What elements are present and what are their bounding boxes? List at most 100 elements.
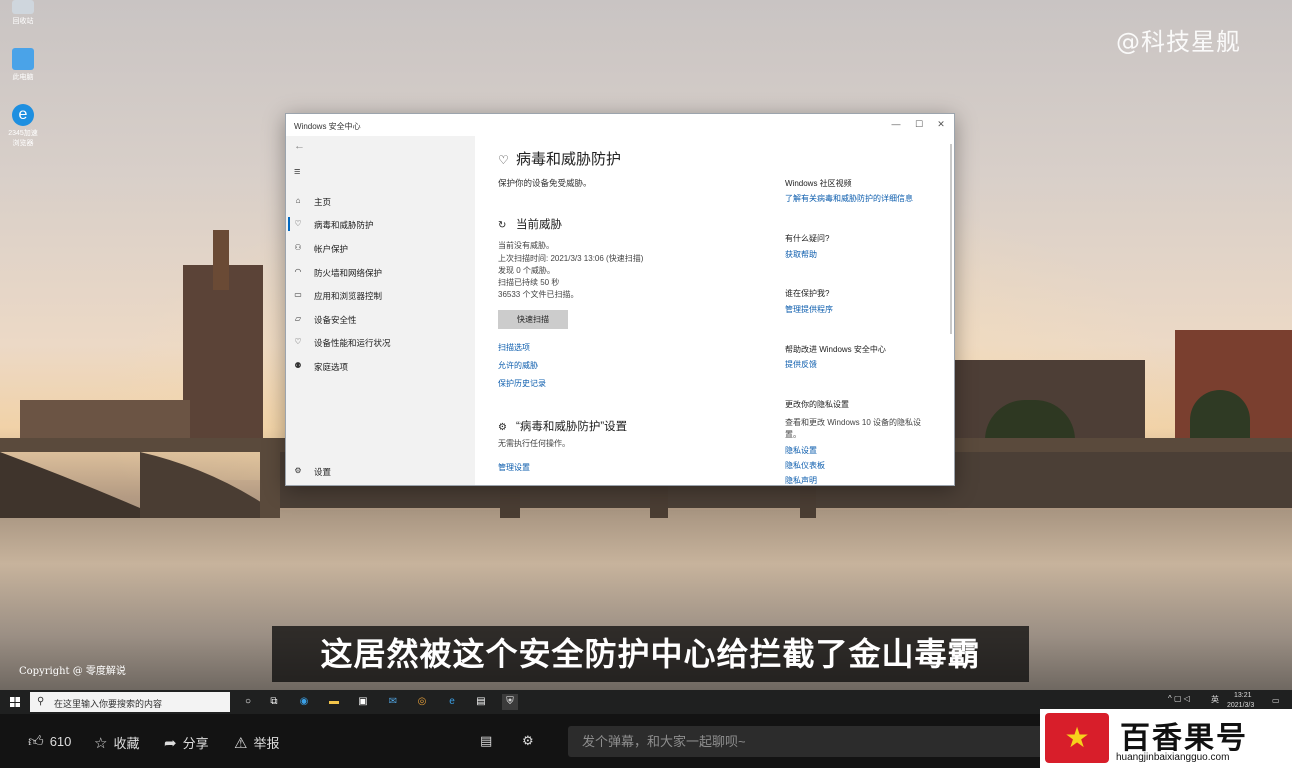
privacy-settings-link[interactable]: 隐私设置 bbox=[785, 445, 817, 456]
nav-item-label: 设置 bbox=[314, 467, 332, 477]
window-icon: ▭ bbox=[294, 290, 302, 299]
current-threats-heading: ↻ 当前威胁 bbox=[498, 216, 562, 232]
collect-label: 收藏 bbox=[113, 736, 140, 751]
desktop-icon-label: 此电脑 bbox=[12, 74, 34, 81]
scan-options-link[interactable]: 扫描选项 bbox=[498, 342, 530, 353]
cortana-icon[interactable]: ○ bbox=[240, 694, 256, 710]
task-view-icon[interactable]: ⧉ bbox=[266, 694, 282, 710]
home-icon: ⌂ bbox=[295, 196, 301, 205]
right-section-heading: 帮助改进 Windows 安全中心 bbox=[785, 345, 886, 354]
laptop-icon: ▱ bbox=[294, 314, 302, 323]
nav-item-firewall[interactable]: ◠ 防火墙和网络保护 bbox=[286, 262, 475, 282]
manage-providers-link[interactable]: 管理提供程序 bbox=[785, 304, 833, 315]
nav-item-label: 设备性能和运行状况 bbox=[314, 338, 391, 348]
nav-item-family-options[interactable]: ⚉ 家庭选项 bbox=[286, 356, 475, 376]
report-button[interactable]: ⚠ 举报 bbox=[234, 733, 279, 752]
protection-history-link[interactable]: 保护历史记录 bbox=[498, 378, 546, 389]
threat-status-line: 当前没有威胁。 bbox=[498, 241, 554, 250]
brand-logo: ★ 百香果号 huangjinbaixiangguo.com bbox=[1040, 709, 1292, 768]
nav-item-app-browser-control[interactable]: ▭ 应用和浏览器控制 bbox=[286, 285, 475, 305]
title-bar[interactable]: Windows 安全中心 — ☐ ✕ bbox=[286, 114, 954, 136]
get-help-link[interactable]: 获取帮助 bbox=[785, 249, 817, 260]
settings-status-text: 无需执行任何操作。 bbox=[498, 439, 570, 448]
clock-time[interactable]: 13:21 bbox=[1234, 692, 1252, 699]
nav-item-label: 病毒和威胁防护 bbox=[314, 220, 374, 230]
learn-more-link[interactable]: 了解有关病毒和威胁防护的详细信息 bbox=[785, 193, 913, 204]
search-placeholder: 在这里输入你要搜索的内容 bbox=[54, 699, 163, 709]
maximize-button[interactable]: ☐ bbox=[909, 117, 929, 131]
right-section-heading: 更改你的隐私设置 bbox=[785, 400, 849, 409]
security-app-icon[interactable]: ⛨ bbox=[502, 694, 518, 710]
quick-scan-button[interactable]: 快速扫描 bbox=[498, 310, 568, 329]
store-icon[interactable]: ▣ bbox=[355, 694, 371, 710]
gears-icon: ⚙ bbox=[498, 422, 507, 433]
this-pc-shortcut[interactable]: 此电脑 bbox=[6, 48, 40, 82]
report-label: 举报 bbox=[253, 736, 280, 751]
hamburger-menu-icon[interactable]: ≡ bbox=[294, 166, 300, 178]
parliament-spire bbox=[213, 230, 229, 290]
page-subtitle: 保护你的设备免受威胁。 bbox=[498, 178, 592, 188]
privacy-statement-link[interactable]: 隐私声明 bbox=[785, 475, 817, 485]
danmu-toggle-icon[interactable]: ▤ bbox=[480, 733, 492, 749]
nav-item-account-protection[interactable]: ⚇ 帐户保护 bbox=[286, 238, 475, 258]
watermark: @科技星舰 bbox=[1116, 28, 1241, 56]
nav-item-label: 帐户保护 bbox=[314, 244, 349, 254]
input-language[interactable]: 英 bbox=[1211, 694, 1219, 705]
clock-date[interactable]: 2021/3/3 bbox=[1227, 702, 1254, 709]
nav-item-label: 主页 bbox=[314, 197, 332, 207]
right-section-heading: 谁在保护我? bbox=[785, 289, 830, 298]
heading-text: 当前威胁 bbox=[516, 219, 562, 231]
allowed-threats-link[interactable]: 允许的威胁 bbox=[498, 360, 538, 371]
collect-button[interactable]: ☆ 收藏 bbox=[94, 733, 139, 752]
page-title-text: 病毒和威胁防护 bbox=[516, 151, 622, 168]
share-button[interactable]: ➦ 分享 bbox=[164, 733, 209, 752]
danmu-settings-icon[interactable]: ⚙ bbox=[522, 733, 534, 749]
privacy-dashboard-link[interactable]: 隐私仪表板 bbox=[785, 460, 825, 471]
search-icon: ⚲ bbox=[37, 696, 45, 707]
nav-item-label: 设备安全性 bbox=[314, 315, 357, 325]
gear-icon: ⚙ bbox=[294, 466, 302, 475]
recycle-bin-shortcut[interactable]: 回收站 bbox=[6, 0, 40, 26]
family-icon: ⚉ bbox=[294, 361, 302, 370]
threat-status-line: 上次扫描时间: 2021/3/3 13:06 (快速扫描) bbox=[498, 254, 644, 263]
threat-status-line: 发现 0 个威胁。 bbox=[498, 266, 555, 275]
wifi-icon: ◠ bbox=[294, 267, 302, 276]
notification-icon[interactable]: ▭ bbox=[1272, 696, 1280, 705]
threat-status-line: 扫描已持续 50 秒 bbox=[498, 278, 560, 287]
file-explorer-icon[interactable]: ▬ bbox=[326, 694, 342, 710]
browser-shortcut[interactable]: e 2345加速浏览器 bbox=[6, 104, 40, 148]
like-button[interactable]: 👍︎ 610 bbox=[28, 733, 71, 751]
nav-item-settings[interactable]: ⚙ 设置 bbox=[286, 461, 475, 481]
page-title: ♡ 病毒和威胁防护 bbox=[498, 148, 621, 169]
danmu-input[interactable]: 发个弹幕，和大家一起聊呗~ bbox=[568, 726, 1048, 757]
windows-start-icon[interactable] bbox=[10, 697, 20, 707]
chrome-icon[interactable]: ◎ bbox=[414, 694, 430, 710]
brand-mark-icon: ★ bbox=[1045, 713, 1109, 763]
tray-icons[interactable]: ^ ▢ ◁ bbox=[1168, 694, 1190, 703]
taskbar-search-box[interactable]: ⚲ 在这里输入你要搜索的内容 bbox=[30, 692, 230, 712]
nav-item-home[interactable]: ⌂ 主页 bbox=[286, 191, 475, 211]
heart-icon: ♡ bbox=[294, 337, 302, 346]
thumbs-up-icon: 👍︎ bbox=[28, 733, 44, 750]
nav-item-label: 防火墙和网络保护 bbox=[314, 268, 383, 278]
window-title: Windows 安全中心 bbox=[294, 122, 361, 131]
desktop-icon-label: 回收站 bbox=[12, 18, 34, 25]
nav-item-virus-protection[interactable]: ♡ 病毒和威胁防护 bbox=[286, 214, 475, 234]
mail-icon[interactable]: ✉ bbox=[385, 694, 401, 710]
nav-item-label: 应用和浏览器控制 bbox=[314, 291, 383, 301]
feedback-link[interactable]: 提供反馈 bbox=[785, 359, 817, 370]
manage-settings-link[interactable]: 管理设置 bbox=[498, 462, 530, 473]
refresh-shield-icon: ↻ bbox=[498, 220, 507, 231]
minimize-button[interactable]: — bbox=[886, 117, 906, 131]
privacy-description: 查看和更改 Windows 10 设备的隐私设置。 bbox=[785, 418, 922, 439]
app-icon[interactable]: ▤ bbox=[473, 694, 489, 710]
computer-icon bbox=[12, 48, 34, 70]
nav-item-device-performance[interactable]: ♡ 设备性能和运行状况 bbox=[286, 332, 475, 352]
nav-item-device-security[interactable]: ▱ 设备安全性 bbox=[286, 309, 475, 329]
browser-icon[interactable]: e bbox=[444, 694, 460, 710]
threat-status-line: 36533 个文件已扫描。 bbox=[498, 290, 579, 299]
back-arrow-icon[interactable]: ← bbox=[294, 140, 305, 152]
scrollbar[interactable] bbox=[950, 144, 952, 334]
edge-icon[interactable]: ◉ bbox=[296, 694, 312, 710]
close-button[interactable]: ✕ bbox=[931, 117, 951, 131]
